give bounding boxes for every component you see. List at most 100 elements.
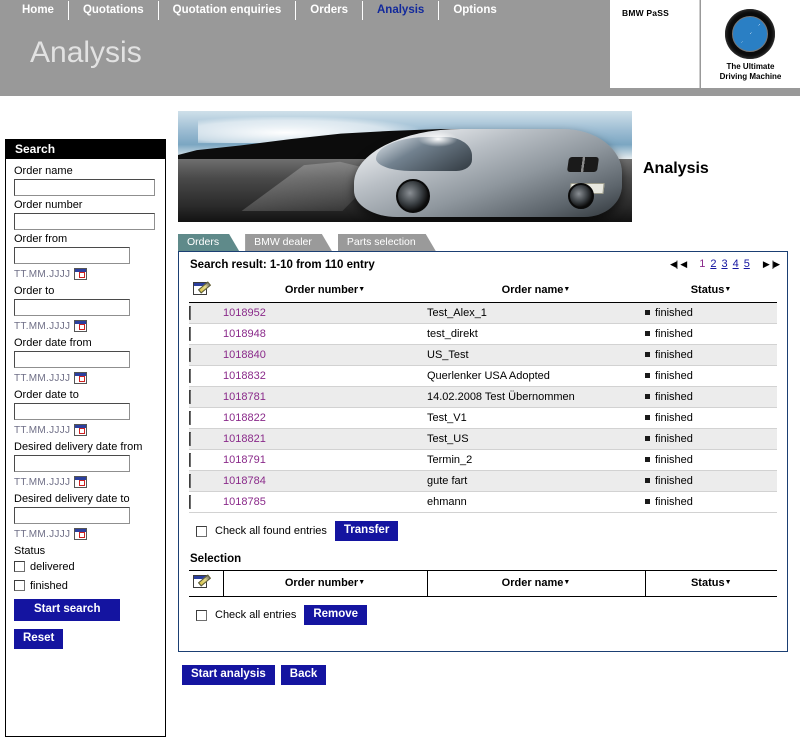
- row-order-number[interactable]: 1018784: [223, 470, 427, 492]
- date-format-hint: TT.MM.JJJJ: [14, 528, 71, 540]
- desired-delivery-date-from-input[interactable]: [14, 455, 130, 472]
- order-name-input[interactable]: [14, 179, 155, 196]
- check-all-entries-checkbox[interactable]: [196, 609, 207, 621]
- banner-car-front-wheel: [396, 179, 430, 213]
- nav-item-quotation-enquiries[interactable]: Quotation enquiries: [159, 0, 297, 20]
- calendar-icon[interactable]: [74, 320, 88, 332]
- row-checkbox[interactable]: [189, 495, 191, 509]
- row-checkbox[interactable]: [189, 348, 191, 362]
- row-order-name: 14.02.2008 Test Übernommen: [427, 386, 645, 408]
- order-date-from-input[interactable]: [14, 351, 130, 368]
- sort-desc-icon[interactable]: ▼: [724, 286, 731, 293]
- row-select-cell: [189, 470, 223, 492]
- row-order-number[interactable]: 1018791: [223, 449, 427, 471]
- calendar-icon[interactable]: [74, 268, 88, 280]
- row-status: finished: [645, 428, 777, 450]
- order-number-input[interactable]: [14, 213, 155, 230]
- sort-desc-icon[interactable]: ▼: [358, 286, 365, 293]
- row-checkbox[interactable]: [189, 369, 191, 383]
- start-search-button[interactable]: Start search: [14, 599, 121, 621]
- row-order-number[interactable]: 1018832: [223, 365, 427, 387]
- nav-item-quotations[interactable]: Quotations: [69, 0, 159, 20]
- hero-banner-image: [178, 111, 632, 222]
- transfer-button[interactable]: Transfer: [334, 521, 399, 541]
- row-order-number[interactable]: 1018952: [223, 302, 427, 324]
- check-all-found-checkbox[interactable]: [196, 525, 207, 537]
- calendar-icon[interactable]: [74, 528, 88, 540]
- nav-item-home[interactable]: Home: [0, 0, 69, 20]
- selection-col-order-name[interactable]: Order name▼: [427, 570, 646, 597]
- edit-notepad-icon[interactable]: [193, 575, 207, 588]
- status-finished-checkbox[interactable]: [14, 580, 25, 591]
- row-checkbox[interactable]: [189, 390, 191, 404]
- row-order-number[interactable]: 1018948: [223, 323, 427, 345]
- row-checkbox[interactable]: [189, 474, 191, 488]
- edit-notepad-icon[interactable]: [193, 282, 207, 295]
- row-order-number[interactable]: 1018840: [223, 344, 427, 366]
- pagination: ◀| ◀ 1 2 3 4 5 ▶ |▶: [670, 258, 780, 270]
- nav-item-analysis[interactable]: Analysis: [363, 0, 440, 20]
- pager-page-2[interactable]: 2: [710, 258, 716, 270]
- tab-parts-selection[interactable]: Parts selection: [338, 234, 436, 251]
- desired-delivery-date-to-input[interactable]: [14, 507, 130, 524]
- selection-col-order-number-label: Order number: [284, 577, 359, 589]
- pager-page-3[interactable]: 3: [721, 258, 727, 270]
- sort-desc-icon[interactable]: ▼: [563, 286, 570, 293]
- results-col-order-name[interactable]: Order name▼: [427, 279, 645, 303]
- pager-page-5[interactable]: 5: [744, 258, 750, 270]
- results-col-order-number[interactable]: Order number▼: [223, 279, 427, 303]
- pager-next-icon[interactable]: ▶: [763, 259, 770, 270]
- calendar-icon[interactable]: [74, 372, 88, 384]
- results-panel: Search result: 1-10 from 110 entry ◀| ◀ …: [178, 251, 788, 652]
- banner-car-grille: [566, 157, 600, 172]
- order-from-input[interactable]: [14, 247, 130, 264]
- status-delivered-checkbox[interactable]: [14, 561, 25, 572]
- pager-prev-icon[interactable]: ◀: [680, 259, 687, 270]
- row-order-name: Test_V1: [427, 407, 645, 429]
- pager-page-1[interactable]: 1: [699, 258, 705, 270]
- row-checkbox[interactable]: [189, 306, 191, 320]
- row-order-number[interactable]: 1018821: [223, 428, 427, 450]
- tab-orders[interactable]: Orders: [178, 234, 239, 251]
- reset-button[interactable]: Reset: [14, 629, 64, 649]
- selection-header-row: Order number▼ Order name▼ Status▼: [189, 570, 777, 597]
- table-row: 1018822 Test_V1 finished: [189, 407, 777, 429]
- calendar-icon[interactable]: [74, 476, 88, 488]
- selection-col-order-name-label: Order name: [501, 577, 564, 589]
- row-checkbox[interactable]: [189, 453, 191, 467]
- remove-button[interactable]: Remove: [304, 605, 368, 625]
- row-status: finished: [645, 344, 777, 366]
- sort-desc-icon[interactable]: ▼: [563, 579, 570, 586]
- status-option-finished[interactable]: finished: [14, 578, 157, 593]
- status-bullet-icon: [645, 457, 650, 462]
- nav-item-orders[interactable]: Orders: [296, 0, 363, 20]
- field-order-to: Order to TT.MM.JJJJ: [14, 285, 157, 333]
- order-date-to-input[interactable]: [14, 403, 130, 420]
- nav-item-options[interactable]: Options: [439, 1, 510, 20]
- pager-last-icon[interactable]: |▶: [772, 259, 780, 270]
- pager-first-icon[interactable]: ◀|: [670, 259, 678, 270]
- row-checkbox[interactable]: [189, 432, 191, 446]
- row-order-number[interactable]: 1018781: [223, 386, 427, 408]
- sort-desc-icon[interactable]: ▼: [358, 579, 365, 586]
- start-analysis-button[interactable]: Start analysis: [182, 665, 275, 685]
- selection-col-order-number[interactable]: Order number▼: [223, 570, 428, 597]
- row-order-number[interactable]: 1018822: [223, 407, 427, 429]
- row-checkbox[interactable]: [189, 327, 191, 341]
- table-row: 1018791 Termin_2 finished: [189, 449, 777, 471]
- calendar-icon[interactable]: [74, 424, 88, 436]
- status-option-delivered[interactable]: delivered: [14, 559, 157, 574]
- order-to-input[interactable]: [14, 299, 130, 316]
- selection-col-status[interactable]: Status▼: [645, 570, 777, 597]
- results-col-status[interactable]: Status▼: [645, 279, 777, 303]
- row-select-cell: [189, 407, 223, 429]
- row-checkbox[interactable]: [189, 411, 191, 425]
- row-order-name: ehmann: [427, 491, 645, 513]
- pager-page-4[interactable]: 4: [733, 258, 739, 270]
- row-select-cell: [189, 365, 223, 387]
- row-order-number[interactable]: 1018785: [223, 491, 427, 513]
- sort-desc-icon[interactable]: ▼: [725, 579, 732, 586]
- tab-bmw-dealer[interactable]: BMW dealer: [245, 234, 332, 251]
- results-table-head: Order number▼ Order name▼ Status▼: [189, 279, 777, 303]
- back-button[interactable]: Back: [280, 665, 327, 685]
